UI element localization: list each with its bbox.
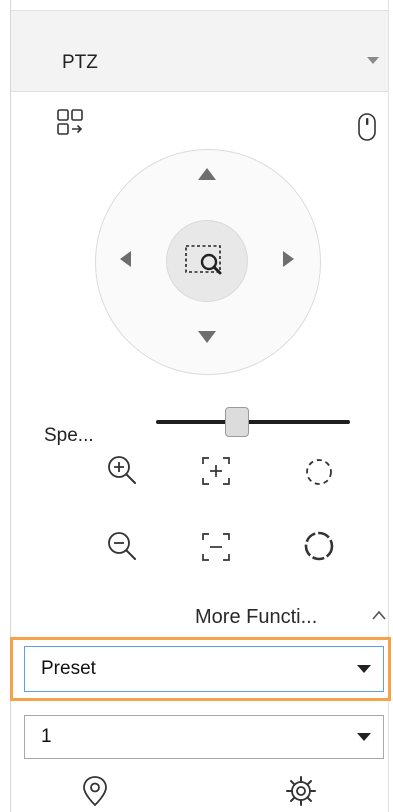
speed-slider[interactable] bbox=[156, 420, 350, 424]
chevron-up-icon[interactable] bbox=[370, 608, 388, 622]
preset-select[interactable]: Preset bbox=[24, 646, 384, 692]
location-pin-icon[interactable] bbox=[80, 774, 110, 808]
arrow-up-icon[interactable] bbox=[198, 168, 216, 180]
chevron-down-icon bbox=[357, 733, 371, 741]
ptz-panel: PTZ Spe... More Functi... Preset 1 bbox=[0, 0, 393, 812]
panel-title: PTZ bbox=[62, 52, 98, 73]
arrow-left-icon[interactable] bbox=[120, 251, 131, 267]
preset-number-select[interactable]: 1 bbox=[24, 715, 384, 759]
gear-icon[interactable] bbox=[284, 774, 318, 808]
preset-number-value: 1 bbox=[41, 726, 52, 747]
chevron-down-icon bbox=[357, 665, 371, 673]
zoom-in-icon[interactable] bbox=[105, 453, 141, 489]
chevron-down-icon bbox=[367, 57, 379, 64]
zoom-region-button[interactable] bbox=[166, 220, 248, 302]
preset-select-value: Preset bbox=[41, 658, 96, 679]
arrow-right-icon[interactable] bbox=[283, 251, 294, 267]
iris-close-icon[interactable] bbox=[302, 529, 336, 563]
more-functions-toggle[interactable]: More Functi... bbox=[195, 606, 317, 629]
iris-open-icon[interactable] bbox=[302, 455, 336, 489]
speed-label: Spe... bbox=[44, 425, 94, 446]
zoom-region-icon bbox=[185, 245, 222, 275]
layout-switch-icon[interactable] bbox=[56, 108, 86, 138]
arrow-down-icon[interactable] bbox=[198, 331, 216, 343]
zoom-out-icon[interactable] bbox=[105, 529, 141, 565]
focus-minus-icon[interactable] bbox=[200, 531, 232, 563]
mouse-icon[interactable] bbox=[357, 112, 377, 142]
ptz-header-dropdown[interactable]: PTZ bbox=[11, 10, 388, 92]
focus-plus-icon[interactable] bbox=[200, 455, 232, 487]
speed-slider-thumb[interactable] bbox=[225, 407, 250, 437]
